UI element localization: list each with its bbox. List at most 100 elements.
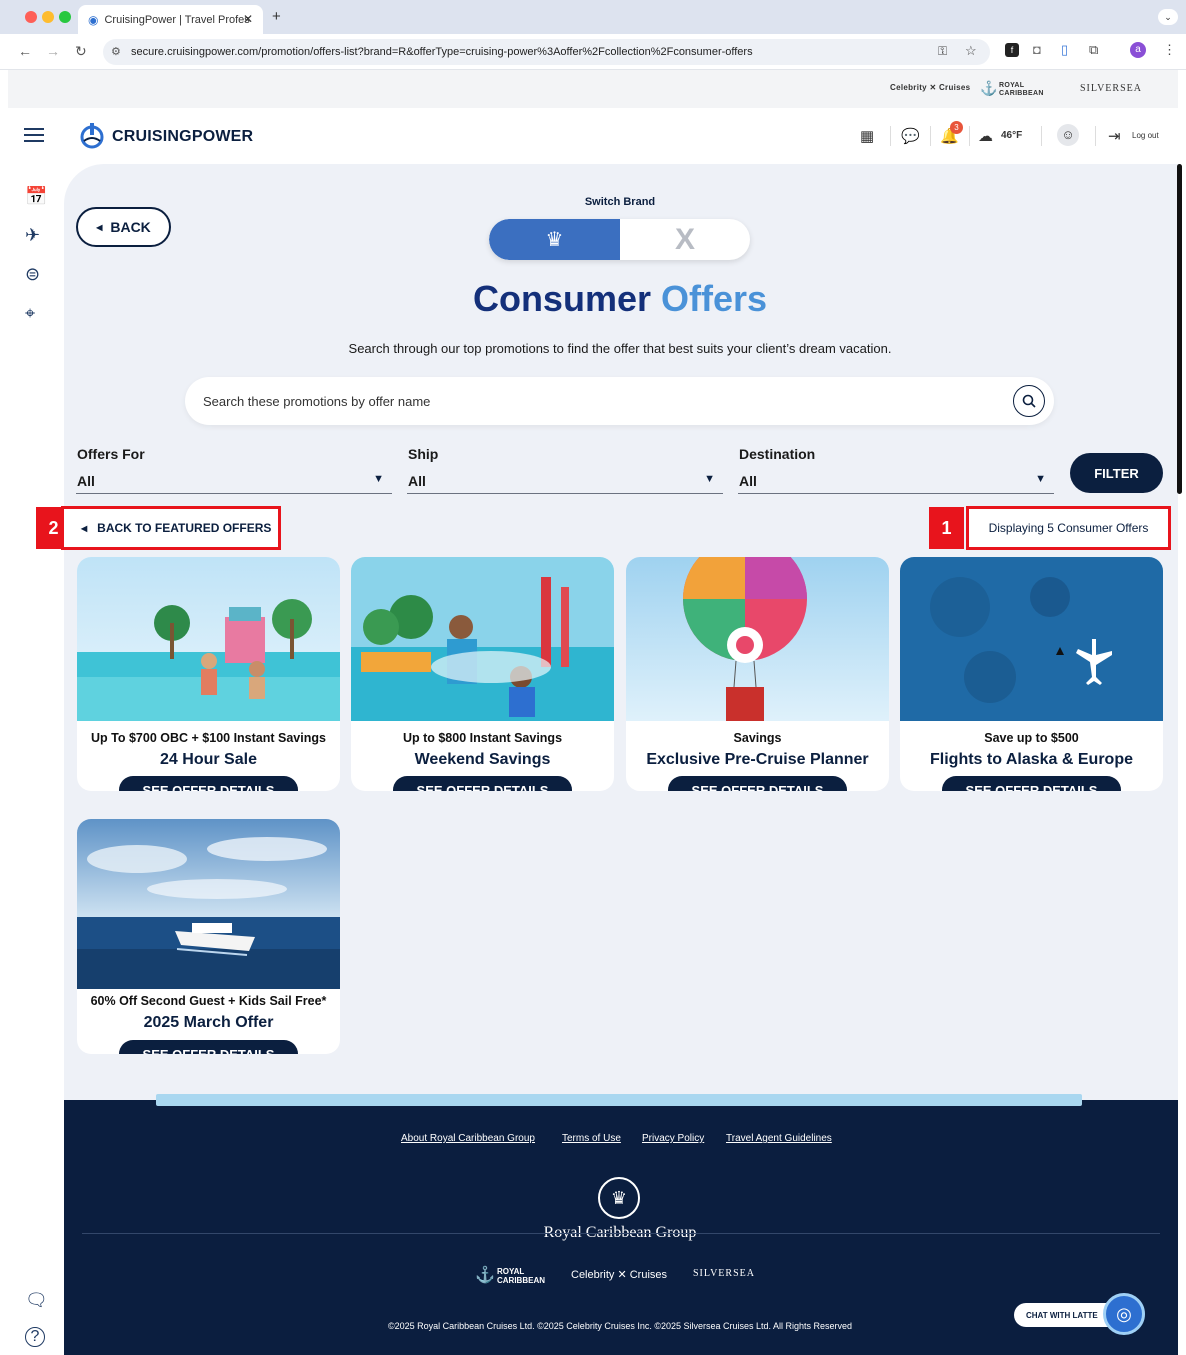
page-scrollbar[interactable] xyxy=(1177,164,1182,494)
royal-caribbean-group-crown-icon: ♛ xyxy=(598,1177,640,1219)
celebrity-x-icon: X xyxy=(674,222,695,256)
globe-icon[interactable]: ⊜ xyxy=(25,264,40,285)
search-input[interactable] xyxy=(203,391,983,411)
ship-select[interactable]: All ▼ xyxy=(407,470,723,494)
see-offer-details-button[interactable]: SEE OFFER DETAILS xyxy=(119,1040,298,1054)
site-settings-icon[interactable]: ⚙ xyxy=(111,45,121,58)
footer-royal-caribbean-logo[interactable]: ROYAL CARIBBEAN xyxy=(497,1267,557,1285)
offer-card[interactable]: 60% Off Second Guest + Kids Sail Free* 2… xyxy=(77,819,340,1054)
see-offer-details-button[interactable]: SEE OFFER DETAILS xyxy=(393,776,572,791)
puzzle-extensions-icon[interactable]: ⧉ xyxy=(1089,42,1098,58)
royal-caribbean-crown-icon: ♛ xyxy=(545,229,564,251)
royal-caribbean-brand-option[interactable]: ♛ xyxy=(489,219,620,260)
dropdown-caret-icon: ▼ xyxy=(373,473,384,485)
offer-card[interactable]: Save up to $500 Flights to Alaska & Euro… xyxy=(900,557,1163,791)
switch-brand-label: Switch Brand xyxy=(584,196,656,208)
celebrity-logo[interactable]: Celebrity ✕ Cruises xyxy=(890,83,970,92)
airplane-icon[interactable]: ✈ xyxy=(25,225,40,246)
footer-celebrity-logo[interactable]: Celebrity ✕ Cruises xyxy=(571,1268,667,1281)
reload-icon[interactable]: ↻ xyxy=(75,43,87,60)
logout-link[interactable]: Log out xyxy=(1132,131,1159,140)
logout-icon[interactable]: ⇥ xyxy=(1108,127,1121,145)
offer-image-water-park xyxy=(351,557,614,721)
silversea-logo[interactable]: SILVERSEA xyxy=(1080,83,1142,94)
app-header: CRUISINGPOWER ▦ 💬 🔔 3 ☁ 46°F ☺ ⇥ Log out xyxy=(8,108,1178,164)
camera-extension-icon[interactable]: ◘ xyxy=(1033,42,1041,57)
feedback-chat-icon[interactable]: 🗨 xyxy=(25,1290,48,1311)
address-bar[interactable]: ⚙ secure.cruisingpower.com/promotion/off… xyxy=(103,39,990,65)
footer-link-privacy[interactable]: Privacy Policy xyxy=(642,1133,704,1144)
user-account-icon[interactable]: ☺ xyxy=(1057,124,1079,146)
back-button[interactable]: ◀ BACK xyxy=(76,207,171,247)
extension-icon[interactable]: f xyxy=(1005,43,1019,57)
offer-pretitle: Savings xyxy=(733,731,782,745)
search-button[interactable] xyxy=(1013,385,1045,417)
caret-left-icon: ◀ xyxy=(96,222,103,232)
dropdown-caret-icon: ▼ xyxy=(1035,473,1046,485)
offer-pretitle: Up to $800 Instant Savings xyxy=(402,731,563,745)
bookmark-star-icon[interactable]: ☆ xyxy=(965,43,977,59)
destination-value: All xyxy=(739,473,757,489)
offer-pretitle: 60% Off Second Guest + Kids Sail Free* xyxy=(90,994,327,1008)
page-title-part2: Offers xyxy=(661,278,768,319)
footer-link-guidelines[interactable]: Travel Agent Guidelines xyxy=(726,1133,832,1144)
back-button-label: BACK xyxy=(110,219,151,235)
filter-button[interactable]: FILTER xyxy=(1070,453,1163,493)
brand-strip: Celebrity ✕ Cruises ⚓ ROYAL CARIBBEAN SI… xyxy=(8,70,1178,108)
back-to-featured-label: BACK TO FEATURED OFFERS xyxy=(97,521,272,535)
celebrity-brand-option[interactable]: X xyxy=(620,219,750,260)
chat-assistant-icon[interactable]: ◎ xyxy=(1103,1293,1145,1335)
back-to-featured-offers-link[interactable]: ◀ BACK TO FEATURED OFFERS xyxy=(61,506,281,550)
offer-image-beach-family xyxy=(77,557,340,721)
offer-card[interactable]: Savings Exclusive Pre-Cruise Planner SEE… xyxy=(626,557,889,791)
footer-divider xyxy=(82,1233,1160,1234)
tab-search-icon[interactable]: ⌄ xyxy=(1158,9,1178,25)
footer-silversea-logo[interactable]: SILVERSEA xyxy=(693,1268,755,1279)
browser-menu-icon[interactable]: ⋮ xyxy=(1163,42,1176,58)
location-pin-icon[interactable]: ⌖ xyxy=(25,303,35,324)
chat-with-latte-label: CHAT WITH LATTE xyxy=(1026,1310,1098,1320)
see-offer-details-button[interactable]: SEE OFFER DETAILS xyxy=(668,776,847,791)
footer-link-terms[interactable]: Terms of Use xyxy=(562,1133,621,1144)
offers-for-value: All xyxy=(77,473,95,489)
back-arrow-icon[interactable]: ← xyxy=(18,43,32,59)
page-title: Consumer Offers xyxy=(300,278,940,320)
maximize-window-icon[interactable] xyxy=(59,11,71,23)
weather-temperature: 46°F xyxy=(1001,130,1023,141)
offer-title: 2025 March Offer xyxy=(143,1014,274,1031)
page-subtitle: Search through our top promotions to fin… xyxy=(348,341,892,356)
cloud-weather-icon: ☁ xyxy=(978,128,993,145)
password-key-icon[interactable]: ⚿ xyxy=(938,44,947,59)
royal-caribbean-logo[interactable]: ROYAL CARIBBEAN xyxy=(999,82,1049,98)
offer-card[interactable]: Up To $700 OBC + $100 Instant Savings 24… xyxy=(77,557,340,791)
hamburger-menu-icon[interactable] xyxy=(24,127,44,143)
see-offer-details-button[interactable]: SEE OFFER DETAILS xyxy=(942,776,1121,791)
offer-card[interactable]: Up to $800 Instant Savings Weekend Savin… xyxy=(351,557,614,791)
offer-title: Flights to Alaska & Europe xyxy=(930,751,1133,768)
cruisingpower-logo-text[interactable]: CRUISINGPOWER xyxy=(112,128,253,146)
footer-link-about[interactable]: About Royal Caribbean Group xyxy=(401,1133,535,1144)
notification-count-badge: 3 xyxy=(950,121,963,134)
calendar-add-icon[interactable]: 📅 xyxy=(25,186,47,207)
new-tab-icon[interactable]: + xyxy=(272,8,281,25)
offer-title: Weekend Savings xyxy=(414,751,551,768)
offer-title: Exclusive Pre-Cruise Planner xyxy=(646,751,869,768)
browser-toolbar: ← → ↻ ⚙ secure.cruisingpower.com/promoti… xyxy=(0,34,1186,70)
minimize-window-icon[interactable] xyxy=(42,11,54,23)
browser-tab[interactable]: ◉ CruisingPower | Travel Profes ✕ xyxy=(78,5,263,34)
profile-avatar[interactable]: a xyxy=(1130,42,1146,58)
clipboard-extension-icon[interactable]: ▯ xyxy=(1061,42,1068,58)
apps-grid-icon[interactable]: ▦ xyxy=(860,127,874,145)
see-offer-details-button[interactable]: SEE OFFER DETAILS xyxy=(119,776,298,791)
forward-arrow-icon[interactable]: → xyxy=(46,43,60,59)
caret-left-icon: ◀ xyxy=(81,523,88,533)
offers-for-select[interactable]: All ▼ xyxy=(76,470,392,494)
cruisingpower-logo-icon xyxy=(80,123,104,149)
close-tab-icon[interactable]: ✕ xyxy=(243,12,253,26)
chat-bubbles-icon[interactable]: 💬 xyxy=(901,127,920,145)
close-window-icon[interactable] xyxy=(25,11,37,23)
help-question-icon[interactable]: ? xyxy=(25,1327,45,1347)
footer-accent-bar xyxy=(156,1094,1082,1106)
brand-switch-toggle: ♛ X xyxy=(489,219,750,260)
destination-select[interactable]: All ▼ xyxy=(738,470,1054,494)
